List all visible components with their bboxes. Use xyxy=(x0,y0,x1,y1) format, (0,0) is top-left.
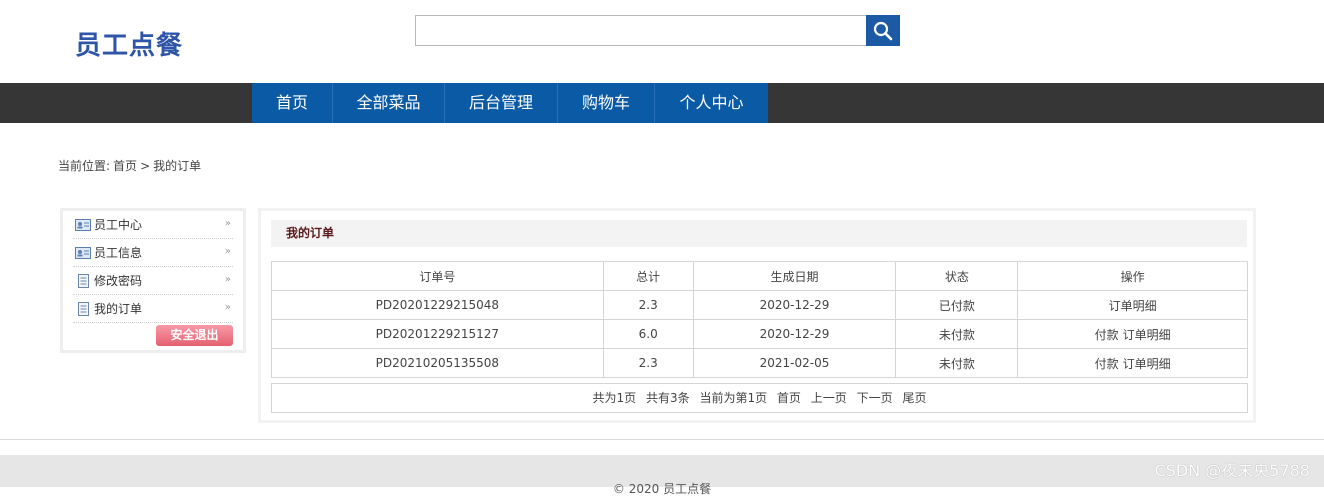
breadcrumb-current: 我的订单 xyxy=(153,159,202,173)
pagination: 共为1页 共有3条 当前为第1页 首页 上一页 下一页 尾页 xyxy=(271,383,1248,413)
chevron-right-icon: » xyxy=(224,274,231,285)
pager-last-link[interactable]: 尾页 xyxy=(902,391,926,405)
user-card-icon xyxy=(75,218,91,231)
site-header: 员工点餐 xyxy=(0,0,1324,83)
search-button[interactable] xyxy=(866,15,900,46)
column-header-order-id: 订单号 xyxy=(271,261,604,291)
order-id-cell: PD20201229215048 xyxy=(271,290,604,320)
nav-cart[interactable]: 购物车 xyxy=(558,83,655,123)
sidebar-item-label: 员工信息 xyxy=(94,246,143,260)
order-details-link[interactable]: 订单明细 xyxy=(1109,299,1157,313)
nav-menu: 首页 全部菜品 后台管理 购物车 个人中心 xyxy=(252,83,768,123)
orders-table: 订单号 总计 生成日期 状态 操作 PD20201229215048 2.3 2… xyxy=(271,261,1248,378)
sidebar-item-my-orders[interactable]: 我的订单 » xyxy=(73,295,233,323)
breadcrumb-separator: > xyxy=(140,159,151,173)
pager-total-items: 共有3条 xyxy=(645,391,690,405)
main-navbar: 首页 全部菜品 后台管理 购物车 个人中心 xyxy=(0,83,1324,123)
nav-home[interactable]: 首页 xyxy=(252,83,333,123)
site-logo[interactable]: 员工点餐 xyxy=(75,25,183,62)
document-icon xyxy=(78,273,89,288)
order-actions-cell: 订单明细 xyxy=(1017,290,1248,320)
site-footer: © 2020 员工点餐 xyxy=(0,455,1324,496)
order-date-cell: 2020-12-29 xyxy=(692,290,897,320)
order-total-cell: 2.3 xyxy=(602,348,694,378)
column-header-actions: 操作 xyxy=(1017,261,1248,291)
order-details-link[interactable]: 订单明细 xyxy=(1123,357,1171,371)
sidebar: 员工中心 » 员工信息 » 修改密码 » 我的订单 » 安全退出 xyxy=(60,208,246,353)
pay-link[interactable]: 付款 xyxy=(1095,328,1119,342)
table-header-row: 订单号 总计 生成日期 状态 操作 xyxy=(271,261,1248,291)
pager-current-page: 当前为第1页 xyxy=(699,391,768,405)
order-total-cell: 2.3 xyxy=(602,290,694,320)
orders-panel: 我的订单 订单号 总计 生成日期 状态 操作 PD20201229215048 … xyxy=(258,208,1256,423)
nav-personal-center[interactable]: 个人中心 xyxy=(655,83,768,123)
footer-divider xyxy=(0,439,1324,440)
column-header-status: 状态 xyxy=(895,261,1019,291)
user-card-icon xyxy=(75,246,91,259)
order-id-cell: PD20210205135508 xyxy=(271,348,604,378)
pay-link[interactable]: 付款 xyxy=(1095,357,1119,371)
sidebar-item-label: 员工中心 xyxy=(94,218,143,232)
table-row: PD20201229215127 6.0 2020-12-29 未付款 付款 订单… xyxy=(271,319,1248,349)
order-date-cell: 2020-12-29 xyxy=(692,319,897,349)
order-status-cell: 未付款 xyxy=(895,348,1019,378)
pager-next-link[interactable]: 下一页 xyxy=(857,391,893,405)
nav-all-dishes[interactable]: 全部菜品 xyxy=(333,83,445,123)
table-row: PD20201229215048 2.3 2020-12-29 已付款 订单明细 xyxy=(271,290,1248,320)
search-input[interactable] xyxy=(415,15,867,46)
breadcrumb-home[interactable]: 首页 xyxy=(113,159,137,173)
panel-title: 我的订单 xyxy=(271,220,1247,247)
column-header-total: 总计 xyxy=(602,261,694,291)
breadcrumb-prefix: 当前位置: xyxy=(58,159,111,173)
pager-prev-link[interactable]: 上一页 xyxy=(811,391,847,405)
pager-first-link[interactable]: 首页 xyxy=(777,391,801,405)
column-header-date: 生成日期 xyxy=(692,261,897,291)
sidebar-item-label: 修改密码 xyxy=(94,274,143,288)
chevron-right-icon: » xyxy=(224,218,231,229)
sidebar-item-employee-info[interactable]: 员工信息 » xyxy=(73,239,233,267)
document-icon xyxy=(78,301,89,316)
logout-button[interactable]: 安全退出 xyxy=(156,325,233,346)
order-id-cell: PD20201229215127 xyxy=(271,319,604,349)
order-actions-cell: 付款 订单明细 xyxy=(1017,348,1248,378)
sidebar-item-change-password[interactable]: 修改密码 » xyxy=(73,267,233,295)
watermark-text: CSDN @夜未央5788 xyxy=(1154,461,1310,480)
sidebar-item-label: 我的订单 xyxy=(94,302,143,316)
order-date-cell: 2021-02-05 xyxy=(692,348,897,378)
order-details-link[interactable]: 订单明细 xyxy=(1123,328,1171,342)
order-total-cell: 6.0 xyxy=(602,319,694,349)
copyright-text: © 2020 员工点餐 xyxy=(612,482,712,496)
chevron-right-icon: » xyxy=(224,302,231,313)
table-row: PD20210205135508 2.3 2021-02-05 未付款 付款 订单… xyxy=(271,348,1248,378)
breadcrumb: 当前位置: 首页 > 我的订单 xyxy=(58,157,204,174)
pager-total-pages: 共为1页 xyxy=(592,391,637,405)
order-actions-cell: 付款 订单明细 xyxy=(1017,319,1248,349)
chevron-right-icon: » xyxy=(224,246,231,257)
order-status-cell: 已付款 xyxy=(895,290,1019,320)
order-status-cell: 未付款 xyxy=(895,319,1019,349)
nav-admin[interactable]: 后台管理 xyxy=(445,83,558,123)
search-icon xyxy=(873,21,893,40)
sidebar-item-employee-center[interactable]: 员工中心 » xyxy=(73,211,233,239)
